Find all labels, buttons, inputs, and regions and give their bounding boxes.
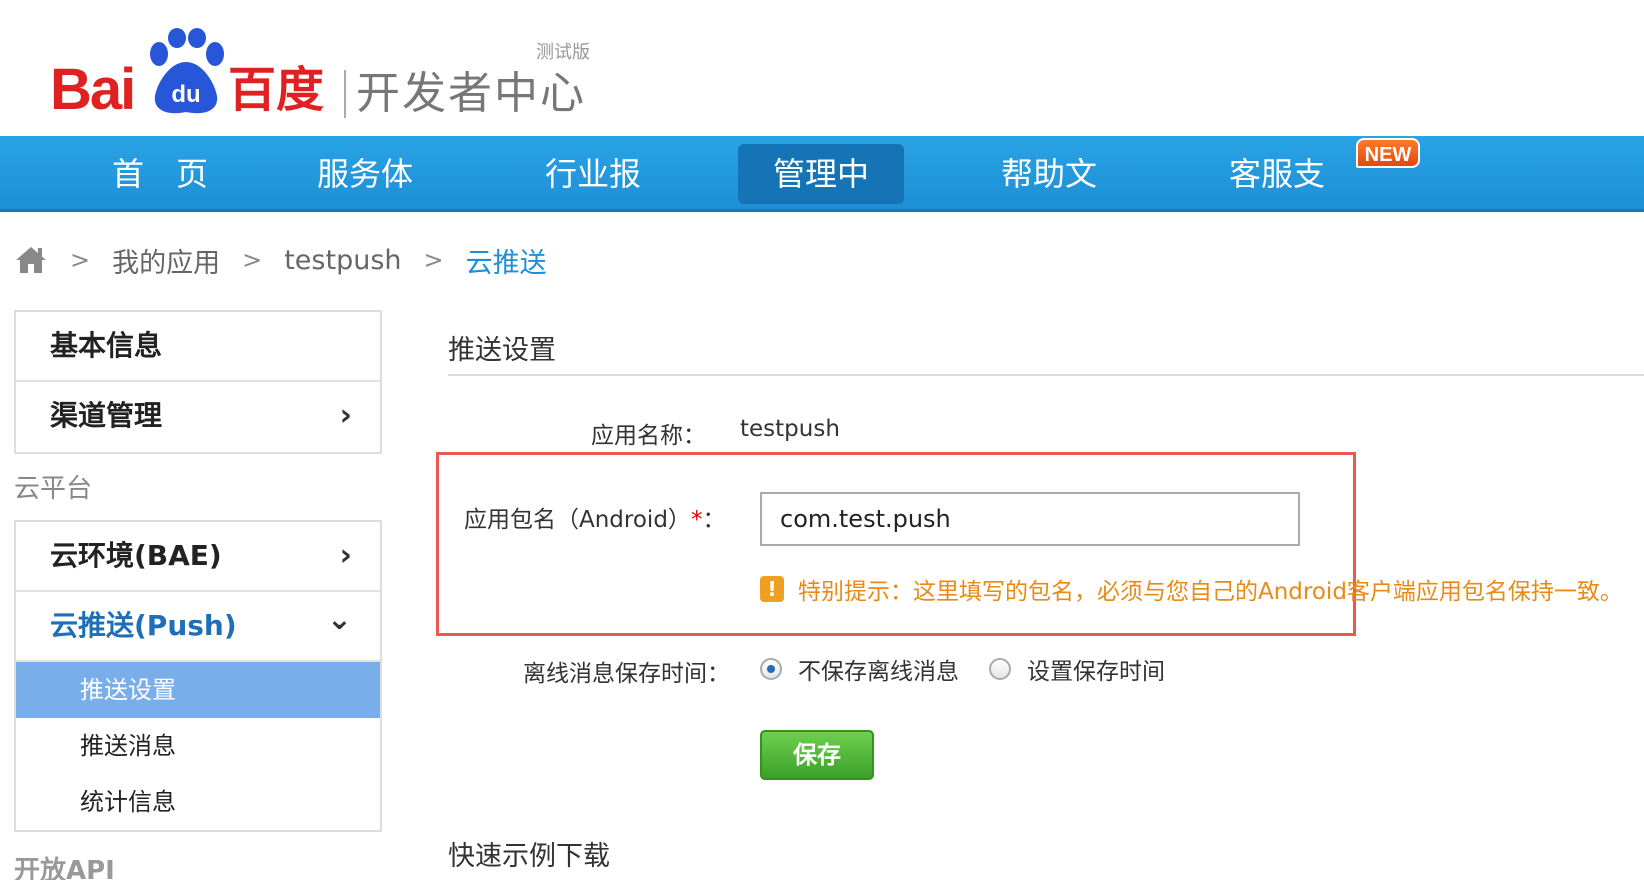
logo-baidu-chinese: 百度 xyxy=(228,62,325,118)
breadcrumb-separator: > xyxy=(242,246,263,274)
header-logo-area: Bai du 百度 开发者中心 测试版 xyxy=(0,0,1644,136)
breadcrumb-app[interactable]: testpush xyxy=(284,245,401,276)
section-title-push-settings: 推送设置 xyxy=(448,335,556,366)
package-warning: ! 特别提示：这里填写的包名，必须与您自己的Android客户端应用包名保持一致… xyxy=(760,572,1623,606)
breadcrumb-my-apps[interactable]: 我的应用 xyxy=(112,241,220,280)
logo-bai-text: Bai xyxy=(50,57,136,122)
app-name-label: 应用名称： xyxy=(591,423,706,449)
home-icon[interactable] xyxy=(14,243,48,277)
sidebar-item-channel-management[interactable]: 渠道管理 › xyxy=(16,382,380,452)
sidebar-item-label: 云推送(Push) xyxy=(50,609,237,642)
sidebar-cloud-menu: 云环境(BAE) › 云推送(Push) ⌄ 推送设置 推送消息 统计信息 xyxy=(14,520,382,832)
radio-no-offline[interactable] xyxy=(760,658,782,680)
section-divider xyxy=(448,374,1644,376)
nav-item-services[interactable]: 服务体系 xyxy=(282,144,448,253)
sidebar-item-bae[interactable]: 云环境(BAE) › xyxy=(16,522,380,592)
package-name-label: 应用包名（Android）*： xyxy=(464,500,725,534)
radio-set-time[interactable] xyxy=(989,658,1011,680)
warning-icon: ! xyxy=(760,576,784,602)
sidebar-item-basic-info[interactable]: 基本信息 xyxy=(16,312,380,382)
sidebar-subitem-push-settings[interactable]: 推送设置 xyxy=(16,662,380,718)
package-label-text: 应用包名（Android） xyxy=(464,507,691,533)
nav-item-home[interactable]: 首 页 xyxy=(72,144,248,204)
breadcrumb: > 我的应用 > testpush > 云推送 xyxy=(14,240,547,280)
sidebar-section-open-api: 开放API xyxy=(14,856,115,880)
breadcrumb-separator: > xyxy=(423,246,444,274)
chevron-right-icon: › xyxy=(339,538,352,573)
sidebar-item-label: 云环境(BAE) xyxy=(50,539,222,572)
nav-item-management[interactable]: 管理中心 xyxy=(738,144,904,253)
new-badge: NEW xyxy=(1356,138,1420,168)
radio-no-offline-label[interactable]: 不保存离线消息 xyxy=(798,652,959,686)
warning-text: 特别提示：这里填写的包名，必须与您自己的Android客户端应用包名保持一致。 xyxy=(798,579,1623,605)
nav-item-help-docs[interactable]: 帮助文档 xyxy=(966,144,1132,253)
breadcrumb-current: 云推送 xyxy=(465,247,547,279)
sidebar-subitem-push-messages[interactable]: 推送消息 xyxy=(16,718,380,774)
main-nav: 首 页 服务体系 行业报告 管理中心 帮助文档 客服支持 NEW xyxy=(0,136,1644,253)
offline-storage-label: 离线消息保存时间： xyxy=(523,661,730,687)
required-marker: * xyxy=(690,507,703,533)
offline-storage-options: 不保存离线消息 设置保存时间 xyxy=(760,652,1165,686)
logo-du-text: du xyxy=(171,81,200,108)
logo-subtitle: 开发者中心 xyxy=(356,68,586,119)
sidebar-section-cloud: 云平台 xyxy=(14,474,93,504)
app-name-value: testpush xyxy=(740,416,840,442)
sidebar-item-label: 基本信息 xyxy=(50,329,163,362)
section-title-quick-download: 快速示例下载 xyxy=(448,841,610,872)
logo-divider xyxy=(344,70,346,118)
radio-set-time-label[interactable]: 设置保存时间 xyxy=(1027,652,1165,686)
package-label-colon: ： xyxy=(702,507,726,533)
chevron-right-icon: › xyxy=(339,398,352,433)
baidu-paw-logo-icon: du xyxy=(150,28,224,114)
breadcrumb-separator: > xyxy=(70,246,91,274)
package-name-input[interactable]: com.test.push xyxy=(760,492,1300,546)
nav-item-support[interactable]: 客服支持 xyxy=(1194,144,1360,253)
sidebar-item-label: 渠道管理 xyxy=(50,399,163,432)
sidebar-subitem-statistics[interactable]: 统计信息 xyxy=(16,774,380,830)
sidebar-app-menu: 基本信息 渠道管理 › xyxy=(14,310,382,454)
save-button[interactable]: 保存 xyxy=(760,730,874,780)
nav-item-reports[interactable]: 行业报告 xyxy=(510,144,676,253)
sidebar-item-push[interactable]: 云推送(Push) ⌄ xyxy=(16,592,380,662)
beta-label: 测试版 xyxy=(536,42,590,63)
chevron-down-icon: ⌄ xyxy=(326,602,352,637)
